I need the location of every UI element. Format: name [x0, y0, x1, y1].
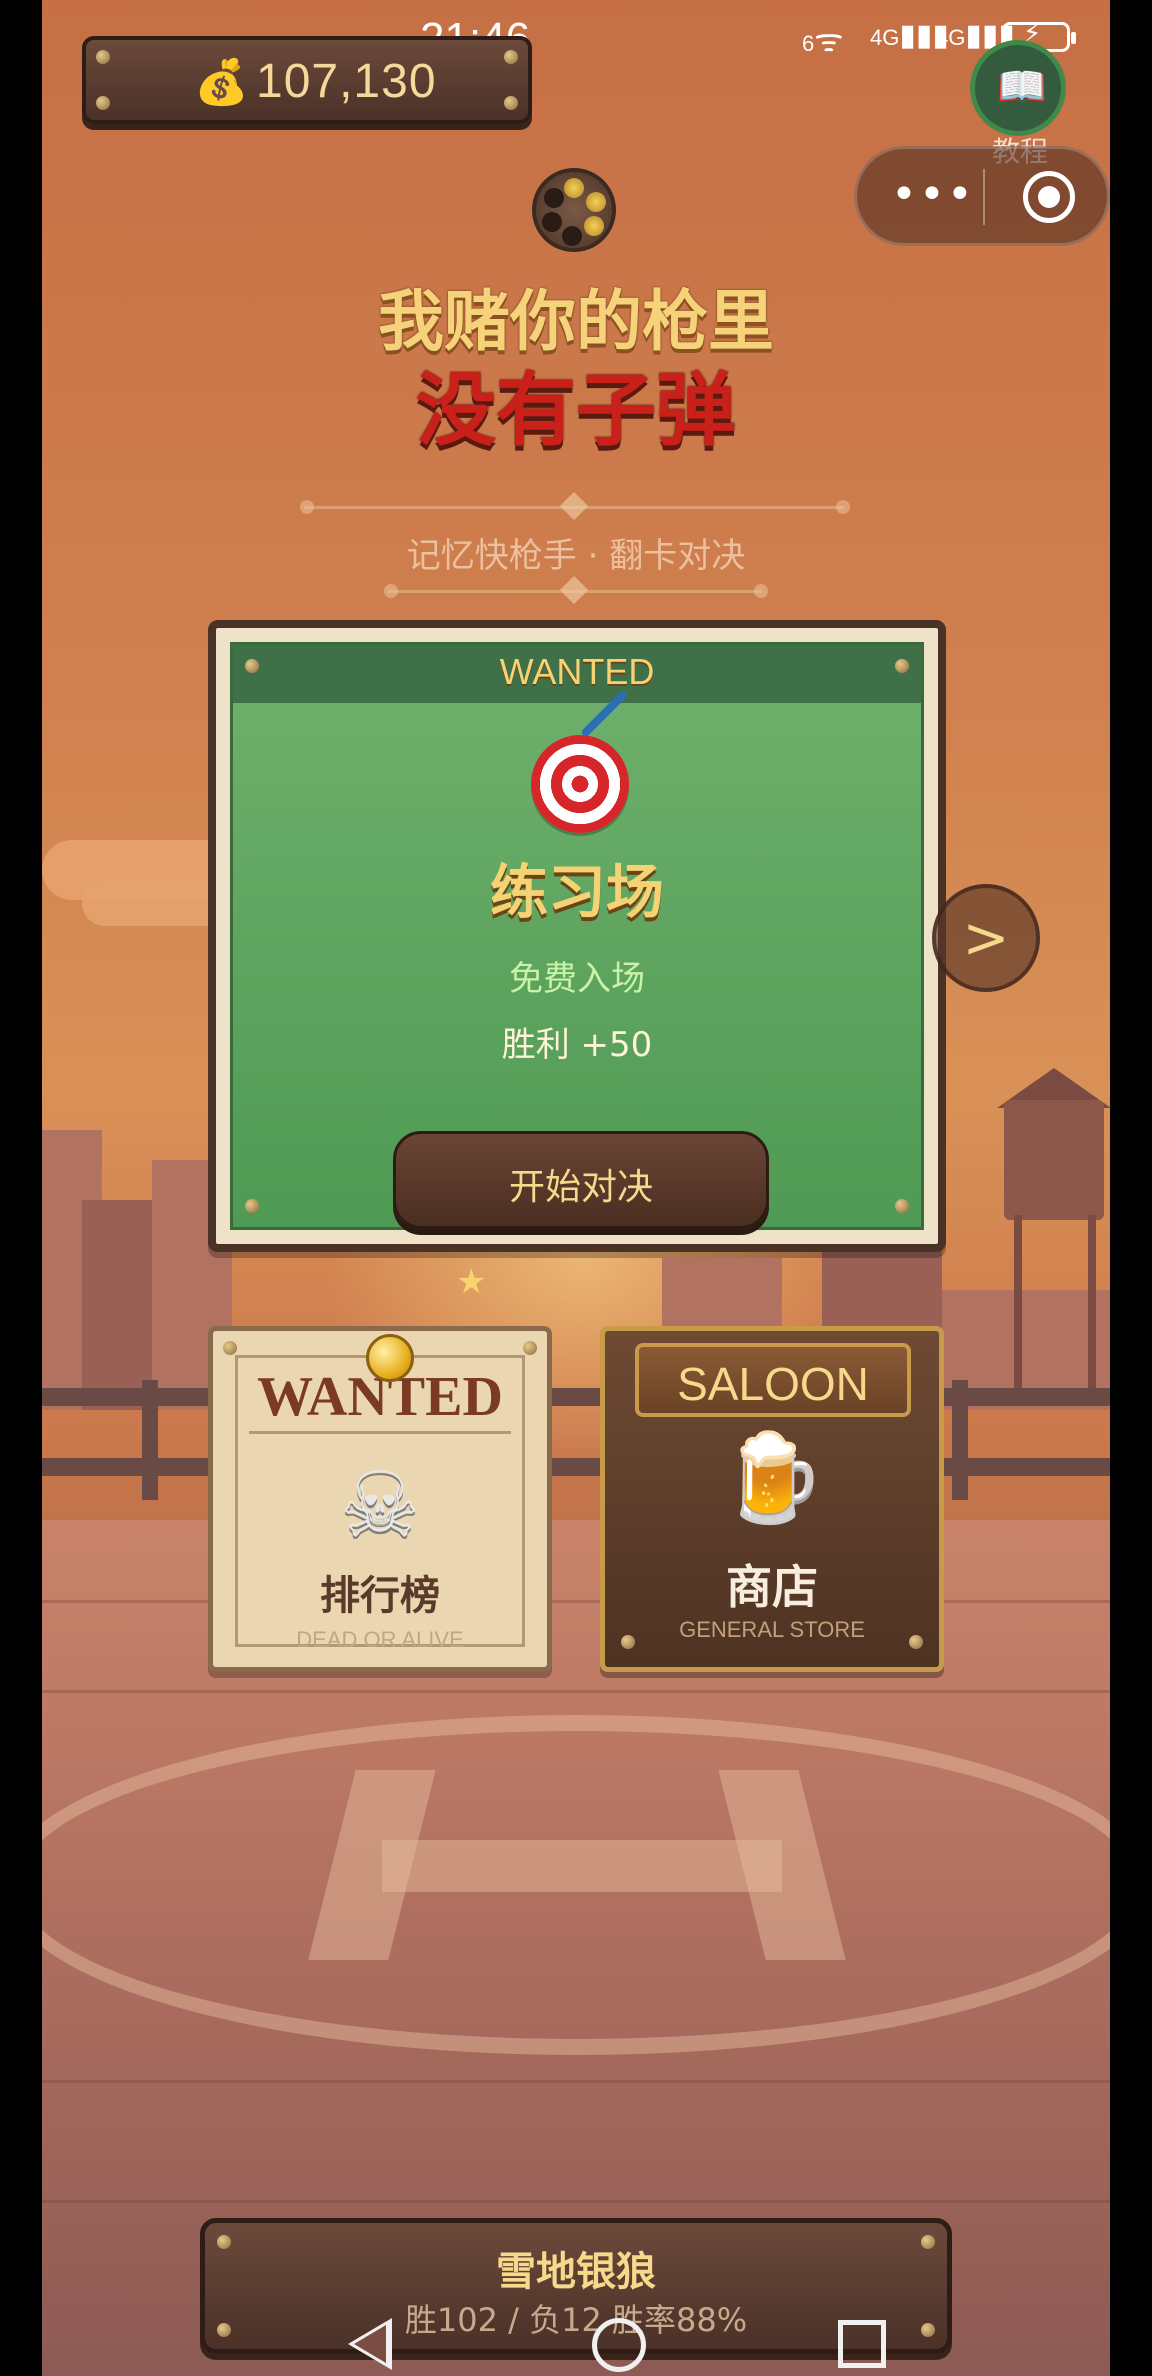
chamber: [584, 216, 604, 236]
game-subtitle: 记忆快枪手 · 翻卡对决: [406, 536, 746, 576]
shop-button[interactable]: SALOON 🍺 商店 GENERAL STORE: [600, 1326, 944, 1672]
cell-label: 4G: [936, 25, 966, 50]
player-stats: 胜102 / 负12 胜率88%: [404, 2301, 748, 2339]
nail: [895, 659, 909, 673]
revolver-cylinder-icon: [532, 168, 616, 252]
player-name: 雪地银狼: [496, 2249, 656, 2295]
close-miniprogram-icon[interactable]: [1023, 171, 1075, 223]
leaderboard-subtitle: DEAD OR ALIVE: [296, 1627, 464, 1652]
shop-title: 商店: [726, 1560, 818, 1614]
game-title-line2: 没有子弹: [416, 364, 736, 457]
chamber: [542, 212, 562, 232]
ornament-diamond: [559, 575, 589, 605]
book-icon: 📖: [997, 64, 1047, 110]
nail: [96, 50, 110, 64]
floor-line: [42, 2200, 1110, 2203]
nail: [523, 1341, 537, 1355]
railing-post: [142, 1380, 158, 1500]
next-mode-button[interactable]: >: [932, 884, 1040, 992]
start-duel-label: 开始对决: [508, 1167, 653, 1208]
money-bag-icon: 💰: [194, 57, 249, 108]
railing-post: [952, 1380, 968, 1500]
nail: [96, 96, 110, 110]
water-tower-leg: [1014, 1215, 1022, 1405]
chamber: [564, 178, 584, 198]
ornament-diamond: [559, 491, 589, 521]
nail: [245, 659, 259, 673]
back-nav-icon[interactable]: [348, 2318, 392, 2370]
water-tower: [1004, 1100, 1104, 1220]
poster-divider: [249, 1431, 511, 1434]
skull-crossbones-icon: ☠: [339, 1453, 421, 1558]
home-nav-icon[interactable]: [592, 2318, 646, 2372]
coin-balance: 💰 107,130: [82, 36, 532, 124]
ornament-dot: [836, 500, 850, 514]
leaderboard-title: 排行榜: [320, 1573, 440, 1619]
ornament-dot: [300, 500, 314, 514]
ornament-dot: [754, 584, 768, 598]
nail: [895, 1199, 909, 1213]
chevron-right-icon: >: [962, 906, 1010, 971]
chamber: [544, 188, 564, 208]
beer-mug-icon: 🍺: [718, 1428, 826, 1528]
nail: [504, 96, 518, 110]
miniprogram-capsule: •••: [854, 146, 1110, 246]
helipad-h-bar: [382, 1840, 782, 1892]
nail: [504, 50, 518, 64]
mode-entry-fee: 免费入场: [509, 959, 645, 999]
saloon-sign-label: SALOON: [677, 1358, 869, 1410]
nail: [245, 1199, 259, 1213]
chamber: [586, 192, 606, 212]
mode-title: 练习场: [489, 858, 664, 926]
saloon-sign: SALOON: [635, 1343, 911, 1417]
mode-reward: 胜利 +50: [501, 1025, 653, 1065]
gold-coin-icon: [366, 1334, 414, 1382]
railing-top: [42, 1388, 1110, 1406]
shop-subtitle: GENERAL STORE: [679, 1617, 865, 1642]
coin-amount: 107,130: [256, 55, 437, 108]
railing-bottom: [42, 1458, 1110, 1476]
chamber: [562, 226, 582, 246]
floor-line: [42, 1600, 1110, 1603]
wifi-label: 6: [802, 31, 815, 56]
capsule-divider: [983, 169, 985, 225]
start-duel-button[interactable]: 开始对决: [393, 1131, 769, 1229]
star-icon: ★: [456, 1262, 487, 1302]
tutorial-button[interactable]: 📖: [970, 40, 1066, 136]
ornament-dot: [384, 584, 398, 598]
cell-label: 4G: [870, 25, 900, 50]
floor-line: [42, 2080, 1110, 2083]
floor-line: [42, 1690, 1110, 1693]
practice-mode-card[interactable]: WANTED 练习场 免费入场 胜利 +50 开始对决: [208, 620, 946, 1252]
card-wanted-tag: WANTED: [499, 651, 655, 692]
nail: [223, 1341, 237, 1355]
dartboard-icon: [531, 735, 629, 833]
recent-apps-icon[interactable]: [838, 2320, 886, 2368]
more-options-icon[interactable]: •••: [891, 169, 975, 220]
water-tower-leg: [1088, 1215, 1096, 1405]
game-home-screen: 21:46 6ᯤ 4G▮▮▮ 4G▮▮▮ ⚡ 💰 107,130 📖 教程 ••…: [42, 0, 1110, 2376]
card-face: WANTED 练习场 免费入场 胜利 +50 开始对决: [230, 642, 924, 1230]
wifi-icon: 6ᯤ: [802, 22, 844, 58]
